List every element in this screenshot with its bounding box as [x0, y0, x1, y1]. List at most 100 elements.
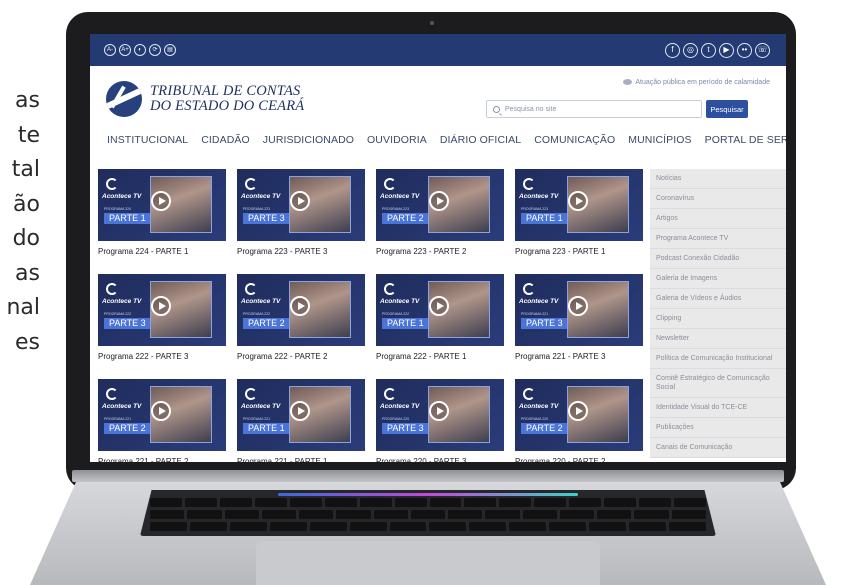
- video-thumbnail[interactable]: Acontece TV PROGRAMA 223 PARTE 2: [376, 169, 504, 241]
- key-row: [140, 522, 716, 531]
- sidebar-item[interactable]: Galeria de Vídeos e Áudios: [650, 289, 786, 309]
- video-thumbnail[interactable]: Acontece TV PROGRAMA 221 PARTE 1: [237, 379, 365, 451]
- sitemap-icon[interactable]: ▤: [164, 44, 176, 56]
- video-thumbnail[interactable]: Acontece TV PROGRAMA 220 PARTE 2: [515, 379, 643, 451]
- video-thumbnail[interactable]: Acontece TV PROGRAMA 223 PARTE 3: [237, 169, 365, 241]
- menu-item[interactable]: INSTITUCIONAL: [107, 134, 188, 146]
- video-thumbnail[interactable]: Acontece TV PROGRAMA 221 PARTE 2: [98, 379, 226, 451]
- menu-item[interactable]: JURISDICIONADO: [263, 134, 354, 146]
- video-title[interactable]: Programa 223 - PARTE 3: [237, 247, 365, 256]
- video-title[interactable]: Programa 221 - PARTE 3: [515, 352, 643, 361]
- decrease-font-icon[interactable]: A-: [104, 44, 116, 56]
- thumb-brand: Acontece TV: [519, 193, 559, 200]
- video-card[interactable]: Acontece TV PROGRAMA 222 PARTE 2 Programa 2…: [237, 274, 365, 361]
- sidebar-item[interactable]: Notícias: [650, 169, 786, 189]
- sidebar-item[interactable]: Podcast Conexão Cidadão: [650, 249, 786, 269]
- top-bar: A- A+ ◐ ⟳ ▤ f ◎ t ▶ •• ☏: [90, 34, 786, 66]
- play-icon[interactable]: [290, 401, 310, 421]
- video-title[interactable]: Programa 222 - PARTE 2: [237, 352, 365, 361]
- video-title[interactable]: Programa 221 - PARTE 1: [237, 457, 365, 462]
- video-card[interactable]: Acontece TV PROGRAMA 220 PARTE 3 Programa 2…: [376, 379, 504, 462]
- thumb-brand: Acontece TV: [519, 403, 559, 410]
- video-thumbnail[interactable]: Acontece TV PROGRAMA 224 PARTE 1: [98, 169, 226, 241]
- video-thumbnail[interactable]: Acontece TV PROGRAMA 222 PARTE 2: [237, 274, 365, 346]
- acontece-logo-icon: [523, 283, 535, 295]
- sidebar-item[interactable]: Coronavírus: [650, 189, 786, 209]
- video-title[interactable]: Programa 223 - PARTE 1: [515, 247, 643, 256]
- browser-screen: A- A+ ◐ ⟳ ▤ f ◎ t ▶ •• ☏ TRIBUNAL DE CONTAS DO ES…: [90, 34, 786, 462]
- play-icon[interactable]: [151, 296, 171, 316]
- sidebar-item[interactable]: Publicações: [650, 418, 786, 438]
- facebook-icon[interactable]: f: [665, 42, 680, 58]
- background-text-line: as: [15, 88, 40, 113]
- sidebar-item[interactable]: Artigos: [650, 209, 786, 229]
- video-title[interactable]: Programa 220 - PARTE 2: [515, 457, 643, 462]
- video-card[interactable]: Acontece TV PROGRAMA 223 PARTE 1 Programa 2…: [515, 169, 643, 256]
- sidebar-item[interactable]: Galeria de Imagens: [650, 269, 786, 289]
- play-icon[interactable]: [568, 296, 588, 316]
- sidebar-item[interactable]: Comitê Estratégico de Comunicação Social: [650, 369, 786, 398]
- whatsapp-icon[interactable]: ☏: [755, 42, 770, 58]
- video-title[interactable]: Programa 224 - PARTE 1: [98, 247, 226, 256]
- video-card[interactable]: Acontece TV PROGRAMA 221 PARTE 2 Programa 2…: [98, 379, 226, 462]
- play-icon[interactable]: [429, 191, 449, 211]
- video-card[interactable]: Acontece TV PROGRAMA 220 PARTE 2 Programa 2…: [515, 379, 643, 462]
- menu-item[interactable]: PORTAL DE SERVIÇOS: [705, 134, 786, 146]
- tce-logo-icon[interactable]: [106, 81, 142, 117]
- play-icon[interactable]: [151, 191, 171, 211]
- play-icon[interactable]: [429, 296, 449, 316]
- play-icon[interactable]: [429, 401, 449, 421]
- sidebar-item[interactable]: Clipping: [650, 309, 786, 329]
- play-icon[interactable]: [568, 401, 588, 421]
- increase-font-icon[interactable]: A+: [119, 44, 131, 56]
- play-icon[interactable]: [151, 401, 171, 421]
- video-thumbnail[interactable]: Acontece TV PROGRAMA 222 PARTE 3: [98, 274, 226, 346]
- thumb-brand: Acontece TV: [380, 403, 420, 410]
- sidebar-item[interactable]: Programa Acontece TV: [650, 229, 786, 249]
- youtube-icon[interactable]: ▶: [719, 42, 734, 58]
- search-input[interactable]: Pesquisa no site: [486, 100, 702, 118]
- video-card[interactable]: Acontece TV PROGRAMA 222 PARTE 1 Programa 2…: [376, 274, 504, 361]
- flickr-icon[interactable]: ••: [737, 42, 752, 58]
- video-title[interactable]: Programa 223 - PARTE 2: [376, 247, 504, 256]
- video-title[interactable]: Programa 221 - PARTE 2: [98, 457, 226, 462]
- video-card[interactable]: Acontece TV PROGRAMA 223 PARTE 3 Programa 2…: [237, 169, 365, 256]
- calamity-notice-link[interactable]: Atuação pública em período de calamidade: [623, 79, 770, 86]
- video-title[interactable]: Programa 222 - PARTE 3: [98, 352, 226, 361]
- video-thumbnail[interactable]: Acontece TV PROGRAMA 220 PARTE 3: [376, 379, 504, 451]
- search-button[interactable]: Pesquisar: [706, 100, 748, 118]
- video-card[interactable]: Acontece TV PROGRAMA 223 PARTE 2 Programa 2…: [376, 169, 504, 256]
- menu-item[interactable]: OUVIDORIA: [367, 134, 427, 146]
- background-text-line: nal: [6, 295, 40, 320]
- thumb-program: PROGRAMA 221: [521, 312, 549, 316]
- menu-item[interactable]: COMUNICAÇÃO: [534, 134, 615, 146]
- menu-item[interactable]: DIÁRIO OFICIAL: [440, 134, 521, 146]
- thumb-part-badge: PARTE 1: [521, 213, 568, 224]
- reset-icon[interactable]: ⟳: [149, 44, 161, 56]
- play-icon[interactable]: [290, 296, 310, 316]
- contrast-icon[interactable]: ◐: [134, 44, 146, 56]
- video-card[interactable]: Acontece TV PROGRAMA 222 PARTE 3 Programa 2…: [98, 274, 226, 361]
- video-card[interactable]: Acontece TV PROGRAMA 224 PARTE 1 Programa 2…: [98, 169, 226, 256]
- sidebar-item[interactable]: Política de Comunicação Institucional: [650, 349, 786, 369]
- twitter-icon[interactable]: t: [701, 42, 716, 58]
- menu-item[interactable]: CIDADÃO: [201, 134, 250, 146]
- instagram-icon[interactable]: ◎: [683, 42, 698, 58]
- video-thumbnail[interactable]: Acontece TV PROGRAMA 221 PARTE 3: [515, 274, 643, 346]
- play-icon[interactable]: [568, 191, 588, 211]
- sidebar-item[interactable]: Newsletter: [650, 329, 786, 349]
- touch-bar: [278, 493, 578, 496]
- video-thumbnail[interactable]: Acontece TV PROGRAMA 222 PARTE 1: [376, 274, 504, 346]
- sidebar-item[interactable]: Identidade Visual do TCE-CE: [650, 398, 786, 418]
- video-title[interactable]: Programa 222 - PARTE 1: [376, 352, 504, 361]
- video-thumbnail[interactable]: Acontece TV PROGRAMA 223 PARTE 1: [515, 169, 643, 241]
- thumb-brand: Acontece TV: [380, 193, 420, 200]
- video-card[interactable]: Acontece TV PROGRAMA 221 PARTE 1 Programa 2…: [237, 379, 365, 462]
- sidebar-item[interactable]: Canais de Comunicação: [650, 438, 786, 458]
- play-icon[interactable]: [290, 191, 310, 211]
- site-logo-text[interactable]: TRIBUNAL DE CONTAS DO ESTADO DO CEARÁ: [150, 84, 304, 114]
- menu-item[interactable]: MUNICÍPIOS: [628, 134, 691, 146]
- video-card[interactable]: Acontece TV PROGRAMA 221 PARTE 3 Programa 2…: [515, 274, 643, 361]
- thumb-program: PROGRAMA 224: [104, 207, 132, 211]
- video-title[interactable]: Programa 220 - PARTE 3: [376, 457, 504, 462]
